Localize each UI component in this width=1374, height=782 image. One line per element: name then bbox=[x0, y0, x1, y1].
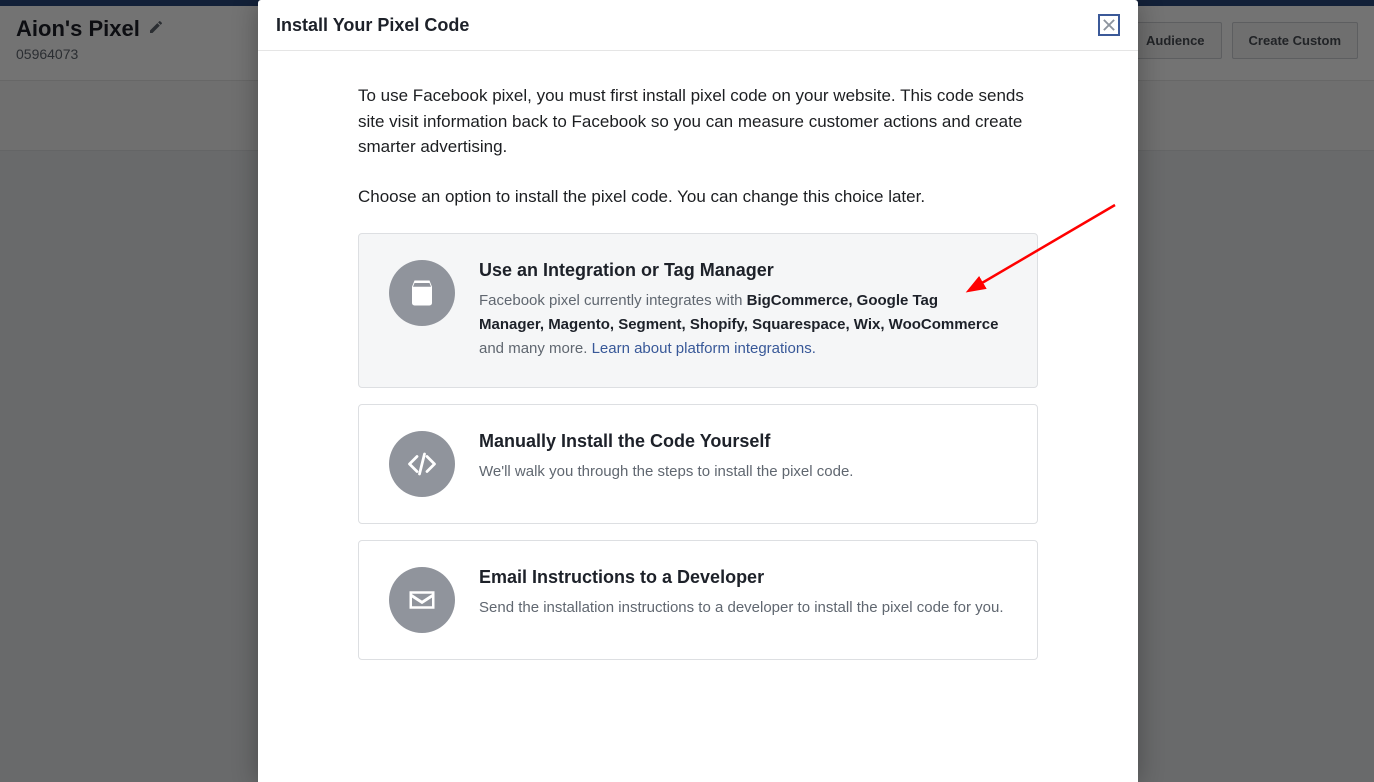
install-pixel-modal: Install Your Pixel Code To use Facebook … bbox=[258, 0, 1138, 782]
choose-text: Choose an option to install the pixel co… bbox=[358, 184, 1038, 210]
option-email-desc: Send the installation instructions to a … bbox=[479, 596, 1007, 620]
envelope-icon bbox=[389, 567, 455, 633]
intro-text: To use Facebook pixel, you must first in… bbox=[358, 83, 1038, 160]
option-integration-body: Use an Integration or Tag Manager Facebo… bbox=[479, 260, 1007, 361]
shopping-bag-icon bbox=[389, 260, 455, 326]
learn-integrations-link[interactable]: Learn about platform integrations. bbox=[592, 340, 816, 357]
option-email-title: Email Instructions to a Developer bbox=[479, 567, 1007, 588]
modal-title: Install Your Pixel Code bbox=[276, 15, 469, 36]
modal-body: To use Facebook pixel, you must first in… bbox=[258, 51, 1138, 676]
option-email[interactable]: Email Instructions to a Developer Send t… bbox=[358, 540, 1038, 660]
option-integration-title: Use an Integration or Tag Manager bbox=[479, 260, 1007, 281]
desc-prefix: Facebook pixel currently integrates with bbox=[479, 292, 747, 309]
modal-header: Install Your Pixel Code bbox=[258, 0, 1138, 51]
code-icon bbox=[389, 431, 455, 497]
option-manual-title: Manually Install the Code Yourself bbox=[479, 431, 1007, 452]
desc-suffix: and many more. bbox=[479, 340, 592, 357]
option-email-body: Email Instructions to a Developer Send t… bbox=[479, 567, 1007, 633]
option-integration[interactable]: Use an Integration or Tag Manager Facebo… bbox=[358, 233, 1038, 388]
option-manual-desc: We'll walk you through the steps to inst… bbox=[479, 460, 1007, 484]
option-manual[interactable]: Manually Install the Code Yourself We'll… bbox=[358, 404, 1038, 524]
option-manual-body: Manually Install the Code Yourself We'll… bbox=[479, 431, 1007, 497]
option-integration-desc: Facebook pixel currently integrates with… bbox=[479, 289, 1007, 361]
close-icon[interactable] bbox=[1098, 14, 1120, 36]
